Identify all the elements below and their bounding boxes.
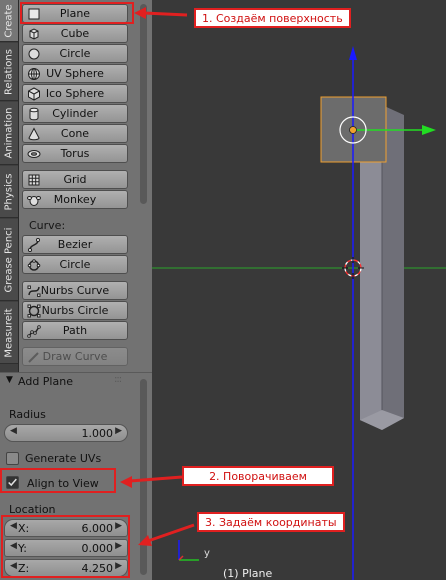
collapse-triangle-icon: ▼	[6, 375, 13, 385]
x-manipulator-arrow	[422, 125, 436, 135]
generate-uvs-label: Generate UVs	[25, 452, 102, 465]
add-cube-button[interactable]: Cube	[22, 24, 128, 43]
annotation-highlight-location	[1, 515, 130, 578]
add-ico-sphere-button[interactable]: Ico Sphere	[22, 84, 128, 103]
add-uv-sphere-button[interactable]: UV Sphere	[22, 64, 128, 83]
generate-uvs-checkbox[interactable]	[6, 452, 19, 465]
cone-icon	[28, 127, 40, 141]
bezier-icon	[28, 238, 40, 252]
add-nurbs-circle-button[interactable]: Nurbs Circle	[22, 301, 128, 320]
tab-measureit[interactable]: Measureit	[0, 302, 18, 364]
annotation-label-1: 1. Создаём поверхность	[194, 8, 351, 28]
gizmo-axis-label: y	[204, 548, 210, 559]
annotation-label-2: 2. Поворачиваем	[182, 466, 334, 486]
circle-icon	[28, 48, 40, 60]
draw-curve-icon	[28, 352, 39, 363]
curve-section-label: Curve:	[29, 219, 66, 232]
add-circle-button[interactable]: Circle	[22, 44, 128, 63]
panel-scrollbar[interactable]	[140, 379, 147, 575]
radius-label: Radius	[9, 408, 46, 421]
add-cone-button[interactable]: Cone	[22, 124, 128, 143]
tab-grease-pencil[interactable]: Grease Penci	[0, 219, 18, 301]
panel-title: Add Plane	[18, 375, 73, 388]
add-monkey-button[interactable]: Monkey	[22, 190, 128, 209]
drag-handle-icon[interactable]: :::	[114, 374, 122, 385]
decrement-icon[interactable]: ◀	[10, 426, 17, 436]
annotation-highlight-plane	[20, 2, 134, 24]
cylinder-icon	[29, 107, 39, 121]
tab-animation[interactable]: Animation	[0, 102, 18, 165]
object-info-label: (1) Plane	[223, 567, 273, 580]
ico-sphere-icon	[28, 87, 40, 101]
add-curve-circle-button[interactable]: Circle	[22, 255, 128, 274]
add-plane-panel-header[interactable]: ▼ Add Plane :::	[0, 373, 152, 391]
object-origin	[349, 126, 357, 134]
radius-field[interactable]: ◀ 1.000 ▶	[4, 424, 128, 442]
path-icon	[27, 325, 41, 338]
tab-physics[interactable]: Physics	[0, 166, 18, 218]
annotation-label-3: 3. Задаём координаты	[197, 512, 345, 532]
add-nurbs-curve-button[interactable]: Nurbs Curve	[22, 281, 128, 300]
z-arrow-head	[349, 46, 357, 60]
draw-curve-button[interactable]: Draw Curve	[22, 347, 128, 366]
3d-viewport[interactable]: y (1) Plane	[152, 0, 446, 580]
increment-icon[interactable]: ▶	[115, 426, 122, 436]
grid-icon	[28, 174, 40, 186]
add-path-button[interactable]: Path	[22, 321, 128, 340]
cube-icon	[29, 28, 39, 40]
add-grid-button[interactable]: Grid	[22, 170, 128, 189]
nurbs-circle-icon	[27, 304, 41, 318]
uv-sphere-icon	[28, 68, 40, 80]
tool-shelf: Plane Cube Circle UV Sphere Ico Sphere C…	[19, 0, 152, 372]
monkey-icon	[27, 196, 41, 206]
annotation-highlight-align	[0, 468, 116, 493]
tab-relations[interactable]: Relations	[0, 43, 18, 101]
add-cylinder-button[interactable]: Cylinder	[22, 104, 128, 123]
nurbs-curve-icon	[27, 285, 41, 297]
viewport-canvas	[152, 46, 446, 580]
add-torus-button[interactable]: Torus	[22, 144, 128, 163]
tool-shelf-scrollbar[interactable]	[140, 4, 147, 204]
curve-circle-icon	[27, 259, 41, 271]
orientation-gizmo-icon	[178, 540, 199, 561]
torus-icon	[27, 150, 41, 158]
tab-create[interactable]: Create	[0, 0, 18, 42]
add-bezier-button[interactable]: Bezier	[22, 235, 128, 254]
